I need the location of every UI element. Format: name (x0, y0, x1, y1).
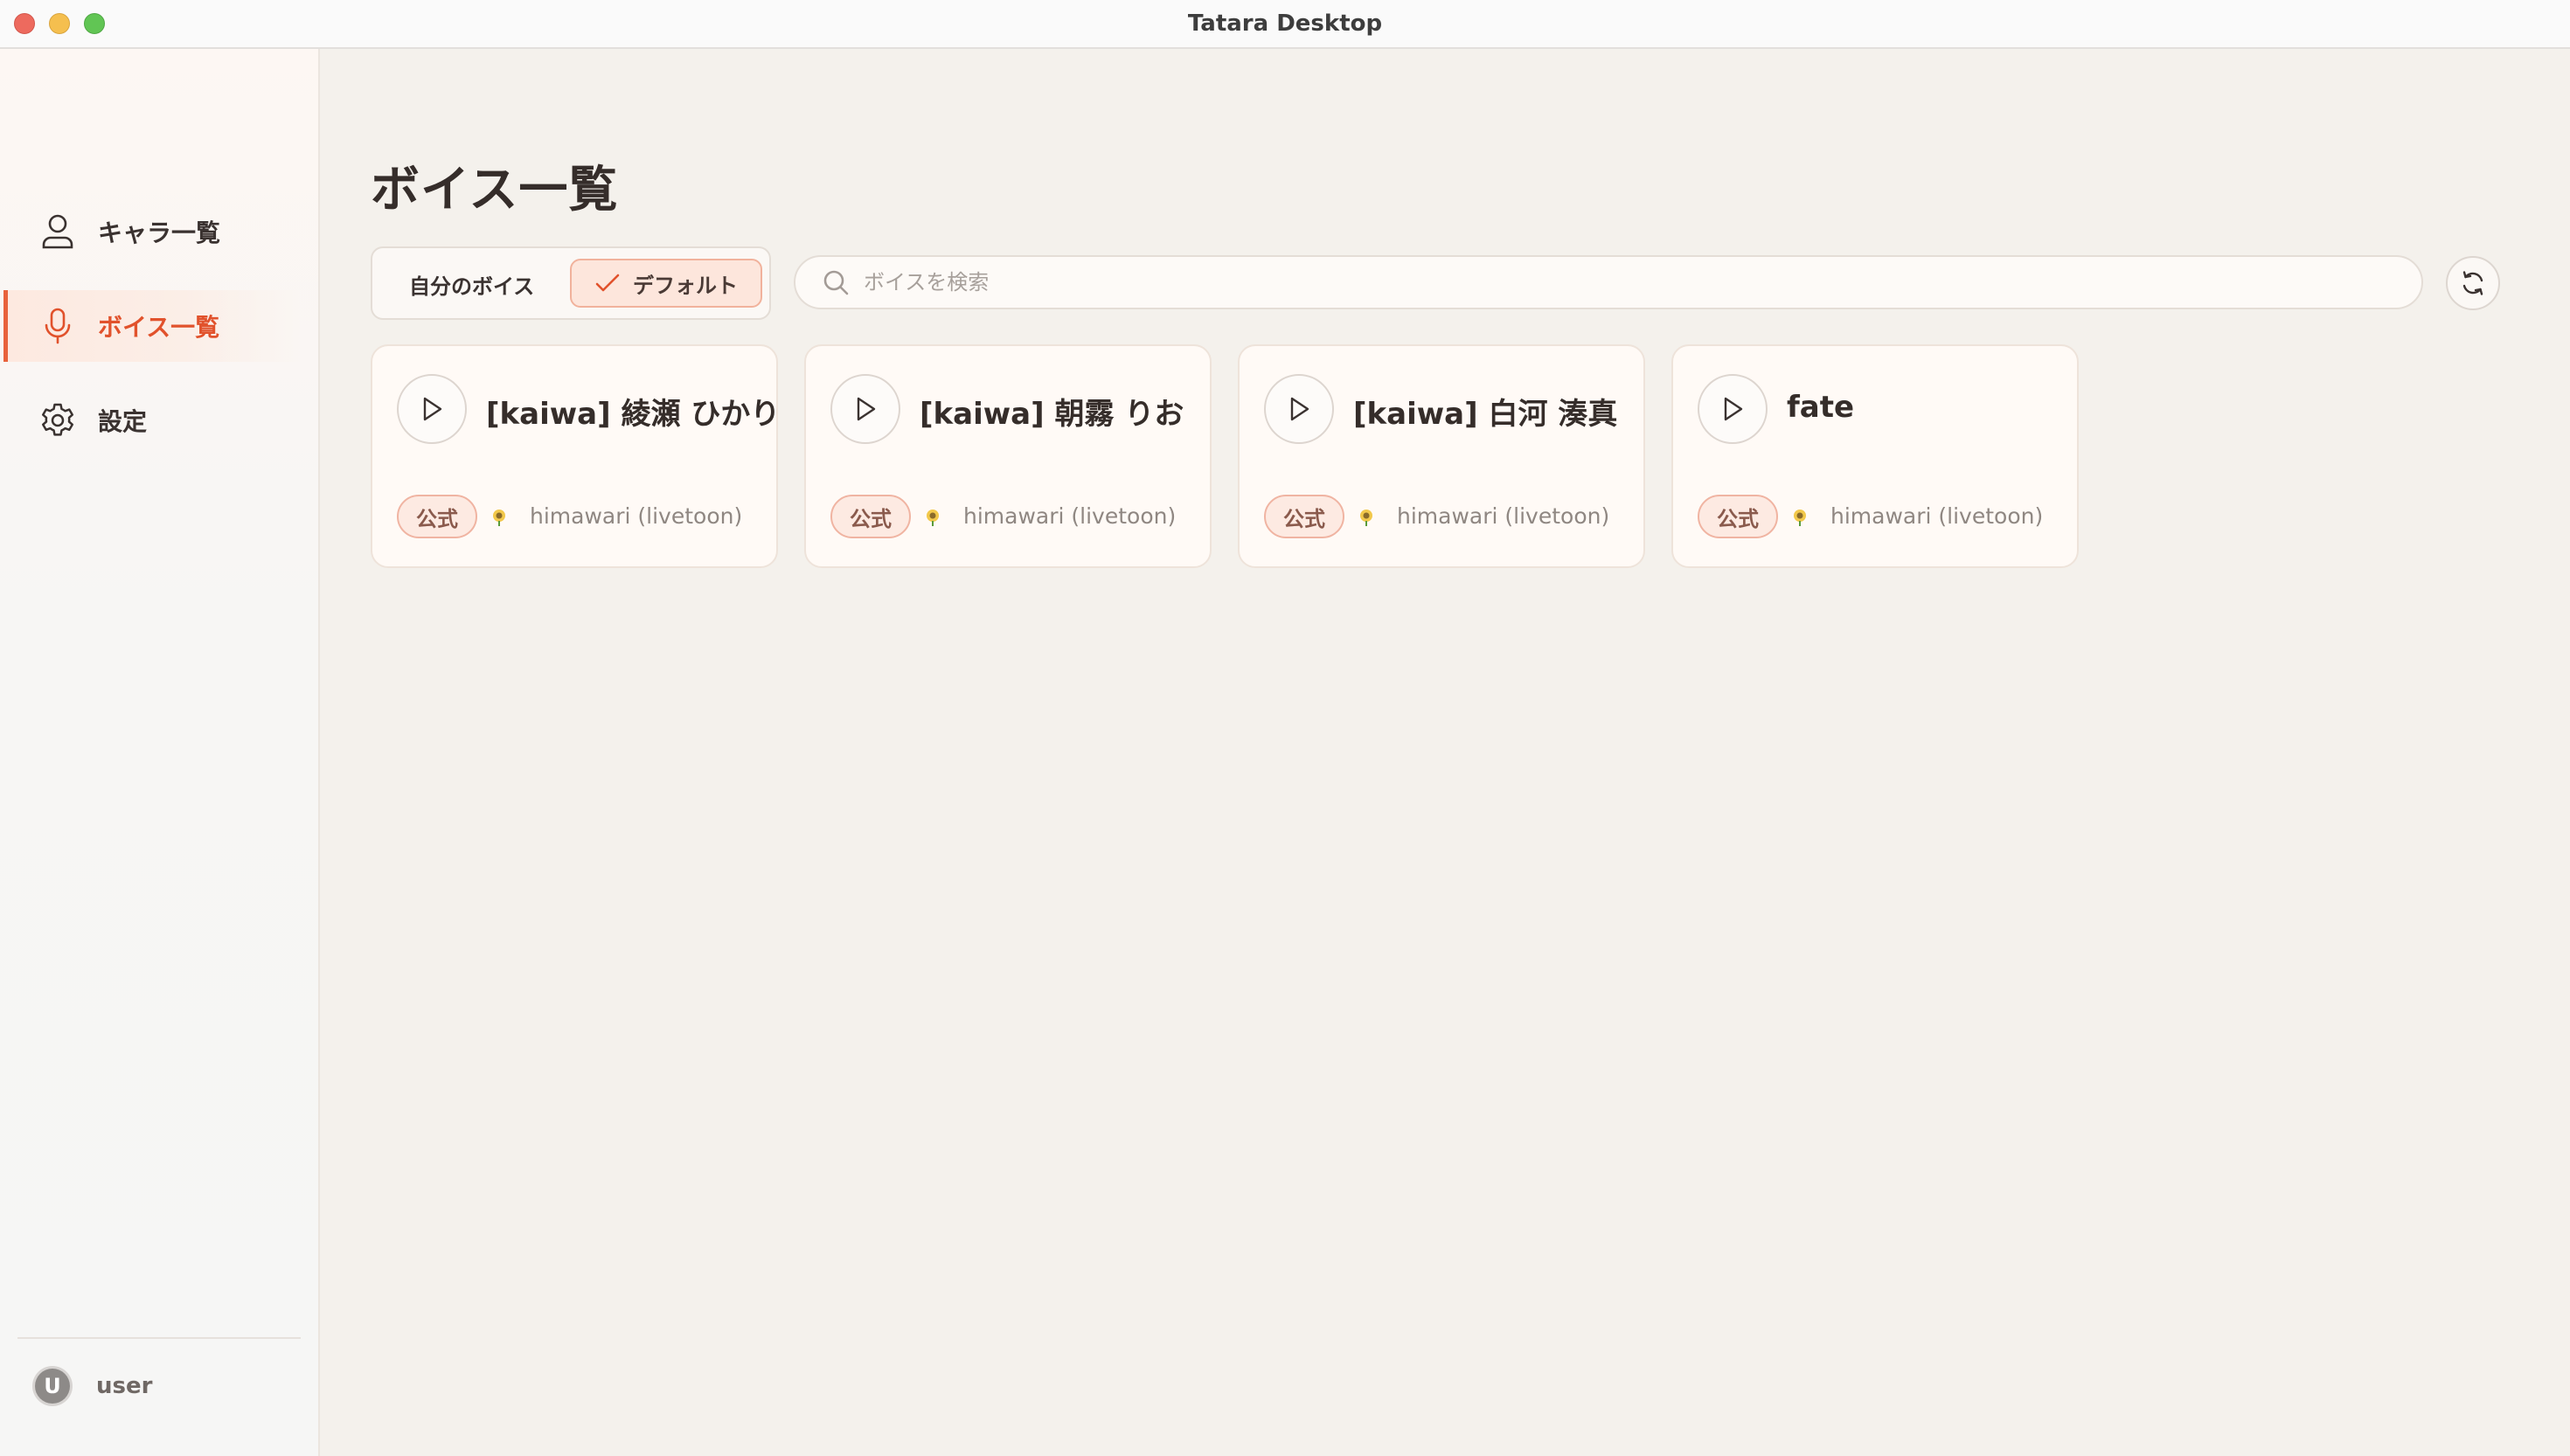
refresh-button[interactable] (2446, 256, 2500, 310)
official-badge: 公式 (1264, 495, 1344, 538)
microphone-icon (38, 307, 77, 345)
search-box[interactable] (794, 255, 2423, 309)
filter-my-voices-button[interactable]: 自分のボイス (409, 269, 534, 300)
voice-card[interactable]: [kaiwa] 綾瀬 ひかり 公式 himawari (livetoon) (371, 344, 781, 568)
official-badge: 公式 (830, 495, 911, 538)
voice-name: [kaiwa] 白河 湊真 (1353, 397, 1618, 432)
play-icon (419, 395, 445, 423)
official-badge: 公式 (1698, 495, 1778, 538)
sunflower-icon (1357, 507, 1376, 526)
gear-icon (38, 401, 77, 440)
play-button[interactable] (1264, 374, 1334, 444)
voice-name: [kaiwa] 綾瀬 ひかり (486, 397, 781, 432)
filter-default-button[interactable]: デフォルト (570, 259, 762, 308)
sidebar-item-characters[interactable]: キャラ一覧 (3, 196, 301, 267)
play-button[interactable] (830, 374, 900, 444)
title-bar: Tatara Desktop (0, 0, 2570, 49)
user-account[interactable]: U user (35, 1369, 152, 1404)
play-icon (852, 395, 879, 423)
voice-name: [kaiwa] 朝霧 りお (920, 397, 1184, 432)
refresh-icon (2459, 269, 2487, 297)
sunflower-icon (923, 507, 942, 526)
user-icon (38, 212, 77, 251)
voice-model: himawari (livetoon) (1397, 503, 1610, 529)
voice-model: himawari (livetoon) (1830, 503, 2044, 529)
sidebar-divider (17, 1337, 301, 1339)
sidebar: キャラ一覧 ボイス一覧 設定 U user (0, 49, 320, 1456)
play-button[interactable] (1698, 374, 1768, 444)
voice-card[interactable]: [kaiwa] 朝霧 りお 公式 himawari (livetoon) (804, 344, 1212, 568)
sidebar-item-label: 設定 (98, 407, 148, 436)
avatar: U (35, 1369, 70, 1404)
voice-card[interactable]: fate 公式 himawari (livetoon) (1671, 344, 2079, 568)
voice-card[interactable]: [kaiwa] 白河 湊真 公式 himawari (livetoon) (1238, 344, 1645, 568)
voice-model: himawari (livetoon) (963, 503, 1177, 529)
sunflower-icon (490, 507, 509, 526)
check-icon (594, 273, 621, 294)
window-title: Tatara Desktop (1187, 10, 1383, 37)
play-button[interactable] (397, 374, 467, 444)
voice-model: himawari (livetoon) (530, 503, 743, 529)
sunflower-icon (1790, 507, 1809, 526)
user-name: user (96, 1373, 153, 1399)
sidebar-item-settings[interactable]: 設定 (3, 385, 301, 456)
sidebar-item-label: ボイス一覧 (98, 313, 220, 342)
filter-default-label: デフォルト (633, 273, 738, 298)
play-icon (1719, 395, 1746, 423)
page-title: ボイス一覧 (371, 162, 619, 218)
official-badge: 公式 (397, 495, 477, 538)
voice-name: fate (1787, 390, 1855, 425)
search-icon (822, 268, 850, 296)
search-input[interactable] (862, 269, 2351, 295)
voice-filter-toggle: 自分のボイス デフォルト (371, 246, 771, 320)
sidebar-item-label: キャラ一覧 (98, 218, 221, 247)
play-icon (1286, 395, 1312, 423)
sidebar-item-voices[interactable]: ボイス一覧 (3, 290, 301, 362)
